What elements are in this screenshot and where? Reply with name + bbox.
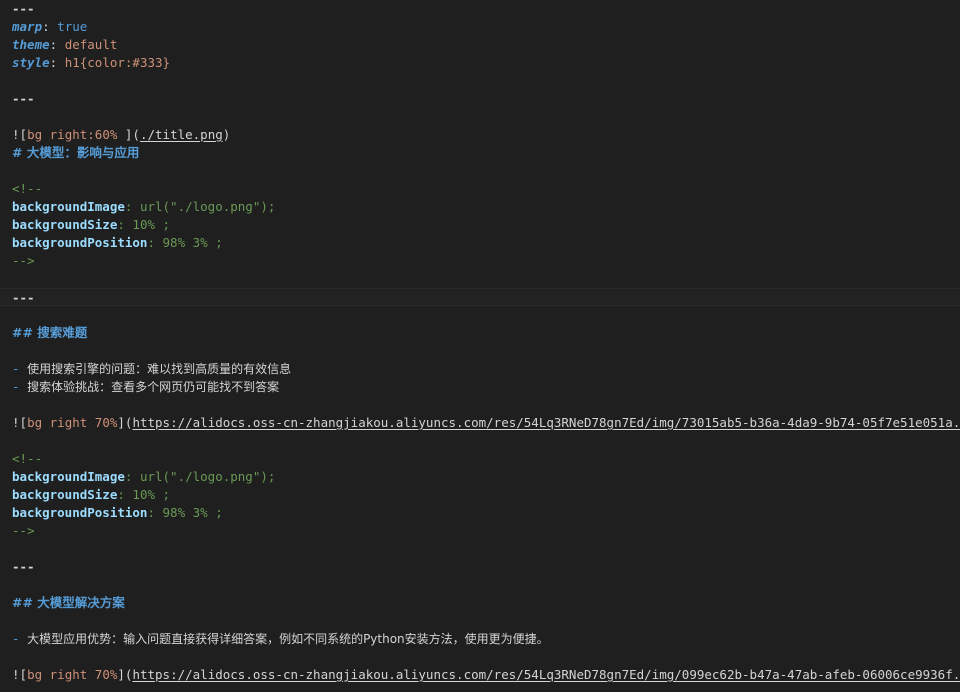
editor-line[interactable]: - 大模型应用优势：输入问题直接获得详细答案，例如不同系统的Python安装方法…	[12, 630, 960, 648]
image-open: ![	[12, 667, 28, 682]
editor-line[interactable]: backgroundPosition: 98% 3% ;	[12, 504, 960, 522]
front-matter-value: default	[64, 37, 118, 52]
list-bullet: -	[12, 361, 28, 376]
image-alt-text: bg right 70%	[27, 667, 118, 682]
editor-line[interactable]: style: h1{color:#333}	[12, 54, 960, 72]
markdown-heading: # 大模型：影响与应用	[12, 145, 140, 160]
list-bullet: -	[12, 631, 28, 646]
editor-line[interactable]: ![bg right 70%](https://alidocs.oss-cn-z…	[12, 414, 960, 432]
markdown-editor[interactable]: --- marp: true theme: default style: h1{col…	[0, 0, 960, 692]
list-item-text: 大模型应用优势：输入问题直接获得详细答案，例如不同系统的Python安装方法，使…	[27, 632, 549, 646]
editor-line[interactable]: ---	[0, 288, 960, 306]
list-item-text: 搜索体验挑战：查看多个网页仍可能找不到答案	[27, 380, 280, 394]
editor-line[interactable]: backgroundSize: 10% ;	[12, 486, 960, 504]
html-comment-delimiter: <!--	[12, 181, 43, 196]
comment-directive-value: url("./logo.png");	[139, 199, 276, 214]
front-matter-separator: ---	[12, 290, 35, 305]
comment-directive-key: backgroundImage	[12, 469, 125, 484]
image-url: https://alidocs.oss-cn-zhangjiakou.aliyu…	[132, 667, 960, 682]
editor-line[interactable]	[12, 72, 960, 90]
editor-line[interactable]: marp: true	[12, 18, 960, 36]
editor-line[interactable]	[12, 432, 960, 450]
editor-line[interactable]: ![bg right 70%](https://alidocs.oss-cn-z…	[12, 666, 960, 684]
editor-line[interactable]	[12, 270, 960, 288]
editor-line[interactable]: <!--	[12, 180, 960, 198]
comment-directive-key: backgroundImage	[12, 199, 125, 214]
image-close: )	[222, 127, 231, 142]
editor-line[interactable]: ## 搜索难题	[12, 324, 960, 342]
editor-line[interactable]	[12, 396, 960, 414]
list-item-text: 使用搜索引擎的问题：难以找到高质量的有效信息	[27, 362, 292, 376]
comment-directive-value: 10% ;	[132, 487, 171, 502]
colon: :	[49, 55, 65, 70]
colon: :	[42, 19, 58, 34]
comment-colon: :	[124, 199, 140, 214]
editor-line[interactable]: theme: default	[12, 36, 960, 54]
editor-line[interactable]: backgroundPosition: 98% 3% ;	[12, 234, 960, 252]
comment-directive-value: 98% 3% ;	[162, 235, 223, 250]
editor-line[interactable]: -->	[12, 522, 960, 540]
image-url: ./title.png	[139, 127, 223, 142]
editor-line[interactable]: <!--	[12, 450, 960, 468]
editor-line[interactable]	[12, 540, 960, 558]
comment-colon: :	[124, 469, 140, 484]
comment-directive-key: backgroundPosition	[12, 235, 148, 250]
editor-line[interactable]	[12, 342, 960, 360]
editor-line[interactable]	[12, 306, 960, 324]
comment-colon: :	[147, 235, 163, 250]
colon: :	[49, 37, 65, 52]
editor-line[interactable]	[12, 108, 960, 126]
image-alt-text: bg right 70%	[27, 415, 118, 430]
comment-directive-value: 10% ;	[132, 217, 171, 232]
editor-line[interactable]: ![bg right:60% ](./title.png)	[12, 126, 960, 144]
comment-directive-value: url("./logo.png");	[139, 469, 276, 484]
editor-line[interactable]: ---	[12, 558, 960, 576]
editor-line[interactable]: backgroundImage: url("./logo.png");	[12, 468, 960, 486]
editor-line[interactable]	[12, 576, 960, 594]
image-open: ![	[12, 415, 28, 430]
front-matter-separator: ---	[12, 91, 35, 106]
comment-directive-value: 98% 3% ;	[162, 505, 223, 520]
editor-line[interactable]: ---	[12, 90, 960, 108]
html-comment-delimiter: -->	[12, 523, 35, 538]
front-matter-value: h1{color:#333}	[64, 55, 171, 70]
image-open: ![	[12, 127, 28, 142]
front-matter-key: style	[12, 55, 50, 70]
editor-line[interactable]: ---	[12, 0, 960, 18]
list-bullet: -	[12, 379, 28, 394]
comment-colon: :	[117, 217, 133, 232]
front-matter-separator: ---	[12, 559, 35, 574]
markdown-heading: ## 搜索难题	[12, 325, 88, 340]
front-matter-separator: ---	[12, 1, 35, 16]
comment-colon: :	[147, 505, 163, 520]
comment-directive-key: backgroundSize	[12, 217, 118, 232]
editor-line[interactable]	[12, 162, 960, 180]
editor-line[interactable]: backgroundImage: url("./logo.png");	[12, 198, 960, 216]
comment-directive-key: backgroundSize	[12, 487, 118, 502]
html-comment-delimiter: -->	[12, 253, 35, 268]
image-mid: ](	[124, 127, 140, 142]
editor-line[interactable]: # 大模型：影响与应用	[12, 144, 960, 162]
image-alt-text: bg right:60%	[27, 127, 125, 142]
image-mid: ](	[117, 415, 133, 430]
editor-line[interactable]: backgroundSize: 10% ;	[12, 216, 960, 234]
front-matter-key: theme	[12, 37, 50, 52]
editor-line[interactable]: ## 大模型解决方案	[12, 594, 960, 612]
editor-line[interactable]: -->	[12, 252, 960, 270]
editor-line[interactable]: - 使用搜索引擎的问题：难以找到高质量的有效信息	[12, 360, 960, 378]
editor-line[interactable]	[12, 648, 960, 666]
markdown-heading: ## 大模型解决方案	[12, 595, 125, 610]
comment-colon: :	[117, 487, 133, 502]
editor-line[interactable]	[12, 612, 960, 630]
front-matter-value: true	[57, 19, 88, 34]
comment-directive-key: backgroundPosition	[12, 505, 148, 520]
html-comment-delimiter: <!--	[12, 451, 43, 466]
image-mid: ](	[117, 667, 133, 682]
front-matter-key: marp	[12, 19, 43, 34]
image-url: https://alidocs.oss-cn-zhangjiakou.aliyu…	[132, 415, 960, 430]
editor-line[interactable]: - 搜索体验挑战：查看多个网页仍可能找不到答案	[12, 378, 960, 396]
editor-lines[interactable]: --- marp: true theme: default style: h1{col…	[0, 0, 960, 684]
